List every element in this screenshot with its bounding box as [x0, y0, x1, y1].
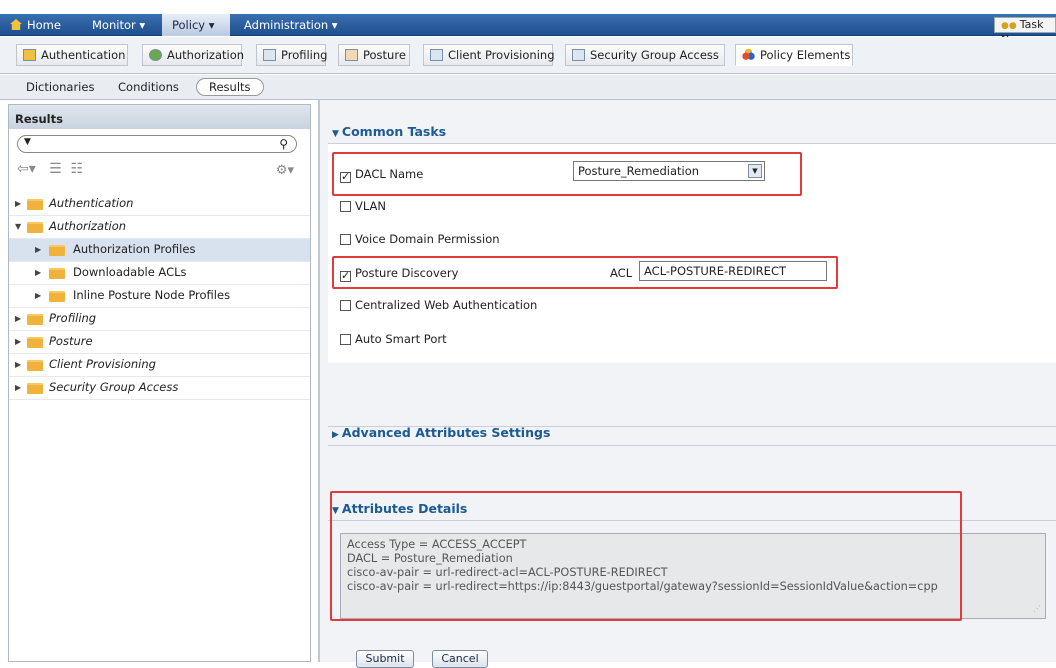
- folder-icon: [49, 268, 65, 279]
- results-search-input[interactable]: ▼ ⚲: [17, 135, 297, 153]
- expand-arrow-icon[interactable]: ▶: [35, 262, 41, 283]
- search-icon[interactable]: ⚲: [279, 137, 288, 151]
- tab-security-group-access[interactable]: Security Group Access: [565, 44, 725, 66]
- subnav-dictionaries[interactable]: Dictionaries: [26, 80, 94, 94]
- folder-icon: [27, 222, 43, 233]
- tree-node-downloadable-acls[interactable]: ▶ Downloadable ACLs: [9, 262, 310, 285]
- list-view-icon[interactable]: ☰: [49, 161, 62, 177]
- tab-posture[interactable]: Posture: [338, 44, 410, 66]
- top-navigation-bar: Home Monitor ▾ Policy ▾ Administration ▾…: [0, 14, 1056, 46]
- chevron-down-icon[interactable]: ▼: [24, 137, 31, 147]
- auto-smart-port-checkbox[interactable]: [340, 334, 351, 345]
- tree-node-profiling[interactable]: ▶ Profiling: [9, 308, 310, 331]
- folder-icon: [27, 314, 43, 325]
- task-navigator-icon: ●●: [1001, 21, 1017, 31]
- cancel-button[interactable]: Cancel: [432, 650, 488, 668]
- tree-node-authentication[interactable]: ▶ Authentication: [9, 193, 310, 216]
- expand-arrow-icon[interactable]: ▶: [15, 193, 21, 214]
- task-navigator-button[interactable]: ●●Task N: [994, 17, 1056, 46]
- tab-policy-elements[interactable]: Policy Elements: [735, 44, 853, 66]
- vlan-checkbox[interactable]: [340, 201, 351, 212]
- expand-arrow-icon[interactable]: ▶: [35, 285, 41, 306]
- expand-arrow-icon[interactable]: ▶: [15, 331, 21, 352]
- expand-arrow-icon[interactable]: ▶: [15, 354, 21, 375]
- back-arrow-icon[interactable]: ⇦: [17, 161, 29, 177]
- gear-icon[interactable]: ⚙▾: [276, 163, 294, 178]
- tab-client-provisioning[interactable]: Client Provisioning: [423, 44, 555, 66]
- security-group-access-icon: [572, 49, 585, 61]
- tree-node-authorization[interactable]: ▼ Authorization: [9, 216, 310, 239]
- posture-icon: [345, 49, 358, 61]
- subnav-results[interactable]: Results: [196, 78, 264, 96]
- home-icon: [10, 19, 22, 30]
- sub-navigation: Dictionaries Conditions Results: [0, 75, 1056, 100]
- client-provisioning-icon: [430, 49, 443, 61]
- highlight-box-posture: [332, 256, 838, 289]
- authorization-profile-editor: ▼ Common Tasks ✓ DACL Name Posture_Remedia…: [318, 100, 1056, 668]
- common-tasks-header[interactable]: ▼ Common Tasks: [332, 124, 446, 139]
- tree-toolbar: ⇦▾ ☰ ☷: [17, 161, 84, 177]
- tree-node-inline-posture-node-profiles[interactable]: ▶ Inline Posture Node Profiles: [9, 285, 310, 308]
- nav-monitor[interactable]: Monitor ▾: [92, 14, 145, 36]
- tab-authorization[interactable]: Authorization: [142, 44, 244, 66]
- tree-node-authorization-profiles[interactable]: ▶ Authorization Profiles: [9, 239, 310, 262]
- vlan-row: VLAN: [340, 199, 386, 213]
- expand-arrow-icon[interactable]: ▶: [15, 377, 21, 398]
- expand-triangle-icon: ▶: [332, 430, 339, 440]
- tree-node-posture[interactable]: ▶ Posture: [9, 331, 310, 354]
- expand-arrow-icon[interactable]: ▶: [15, 308, 21, 329]
- centralized-web-auth-checkbox[interactable]: [340, 300, 351, 311]
- voice-domain-permission-row: Voice Domain Permission: [340, 232, 500, 246]
- tree-node-client-provisioning[interactable]: ▶ Client Provisioning: [9, 354, 310, 377]
- folder-icon: [49, 291, 65, 302]
- folder-icon: [27, 383, 43, 394]
- nav-policy[interactable]: Policy ▾: [162, 14, 230, 36]
- divider: [328, 445, 1056, 446]
- collapse-arrow-icon[interactable]: ▼: [15, 216, 21, 237]
- profiling-icon: [263, 49, 276, 61]
- policy-elements-icon: [742, 49, 755, 61]
- folder-icon: [49, 245, 65, 256]
- advanced-attributes-header[interactable]: ▶ Advanced Attributes Settings: [332, 425, 550, 440]
- results-panel: Results ▼ ⚲ ⇦▾ ☰ ☷ ⚙▾ ▶ Authentication ▼…: [8, 104, 311, 662]
- authorization-icon: [149, 49, 162, 61]
- subnav-conditions[interactable]: Conditions: [118, 80, 179, 94]
- results-tree: ▶ Authentication ▼ Authorization ▶ Autho…: [9, 193, 310, 400]
- tab-authentication[interactable]: Authentication: [16, 44, 128, 66]
- nav-home[interactable]: Home: [10, 14, 61, 36]
- tree-view-icon[interactable]: ☷: [71, 161, 84, 177]
- folder-icon: [27, 337, 43, 348]
- submit-button[interactable]: Submit: [356, 650, 414, 668]
- highlight-box-dacl: [332, 152, 802, 196]
- tree-node-security-group-access[interactable]: ▶ Security Group Access: [9, 377, 310, 400]
- expand-arrow-icon[interactable]: ▶: [35, 239, 41, 260]
- folder-icon: [27, 199, 43, 210]
- collapse-triangle-icon: ▼: [332, 129, 339, 139]
- voice-domain-permission-checkbox[interactable]: [340, 234, 351, 245]
- tab-profiling[interactable]: Profiling: [256, 44, 327, 66]
- highlight-box-attributes: [330, 491, 962, 621]
- results-panel-title: Results: [9, 105, 310, 129]
- authentication-icon: [23, 49, 36, 61]
- common-tasks-section: ✓ DACL Name Posture_Remediation ▼ VLAN Voi…: [328, 143, 1056, 363]
- auto-smart-port-row: Auto Smart Port: [340, 332, 447, 346]
- nav-administration[interactable]: Administration ▾: [244, 14, 338, 36]
- resize-grip-icon[interactable]: ⋰: [1033, 602, 1041, 616]
- centralized-web-auth-row: Centralized Web Authentication: [340, 298, 537, 312]
- policy-tab-bar: Authentication Authorization Profiling P…: [0, 37, 1056, 74]
- folder-icon: [27, 360, 43, 371]
